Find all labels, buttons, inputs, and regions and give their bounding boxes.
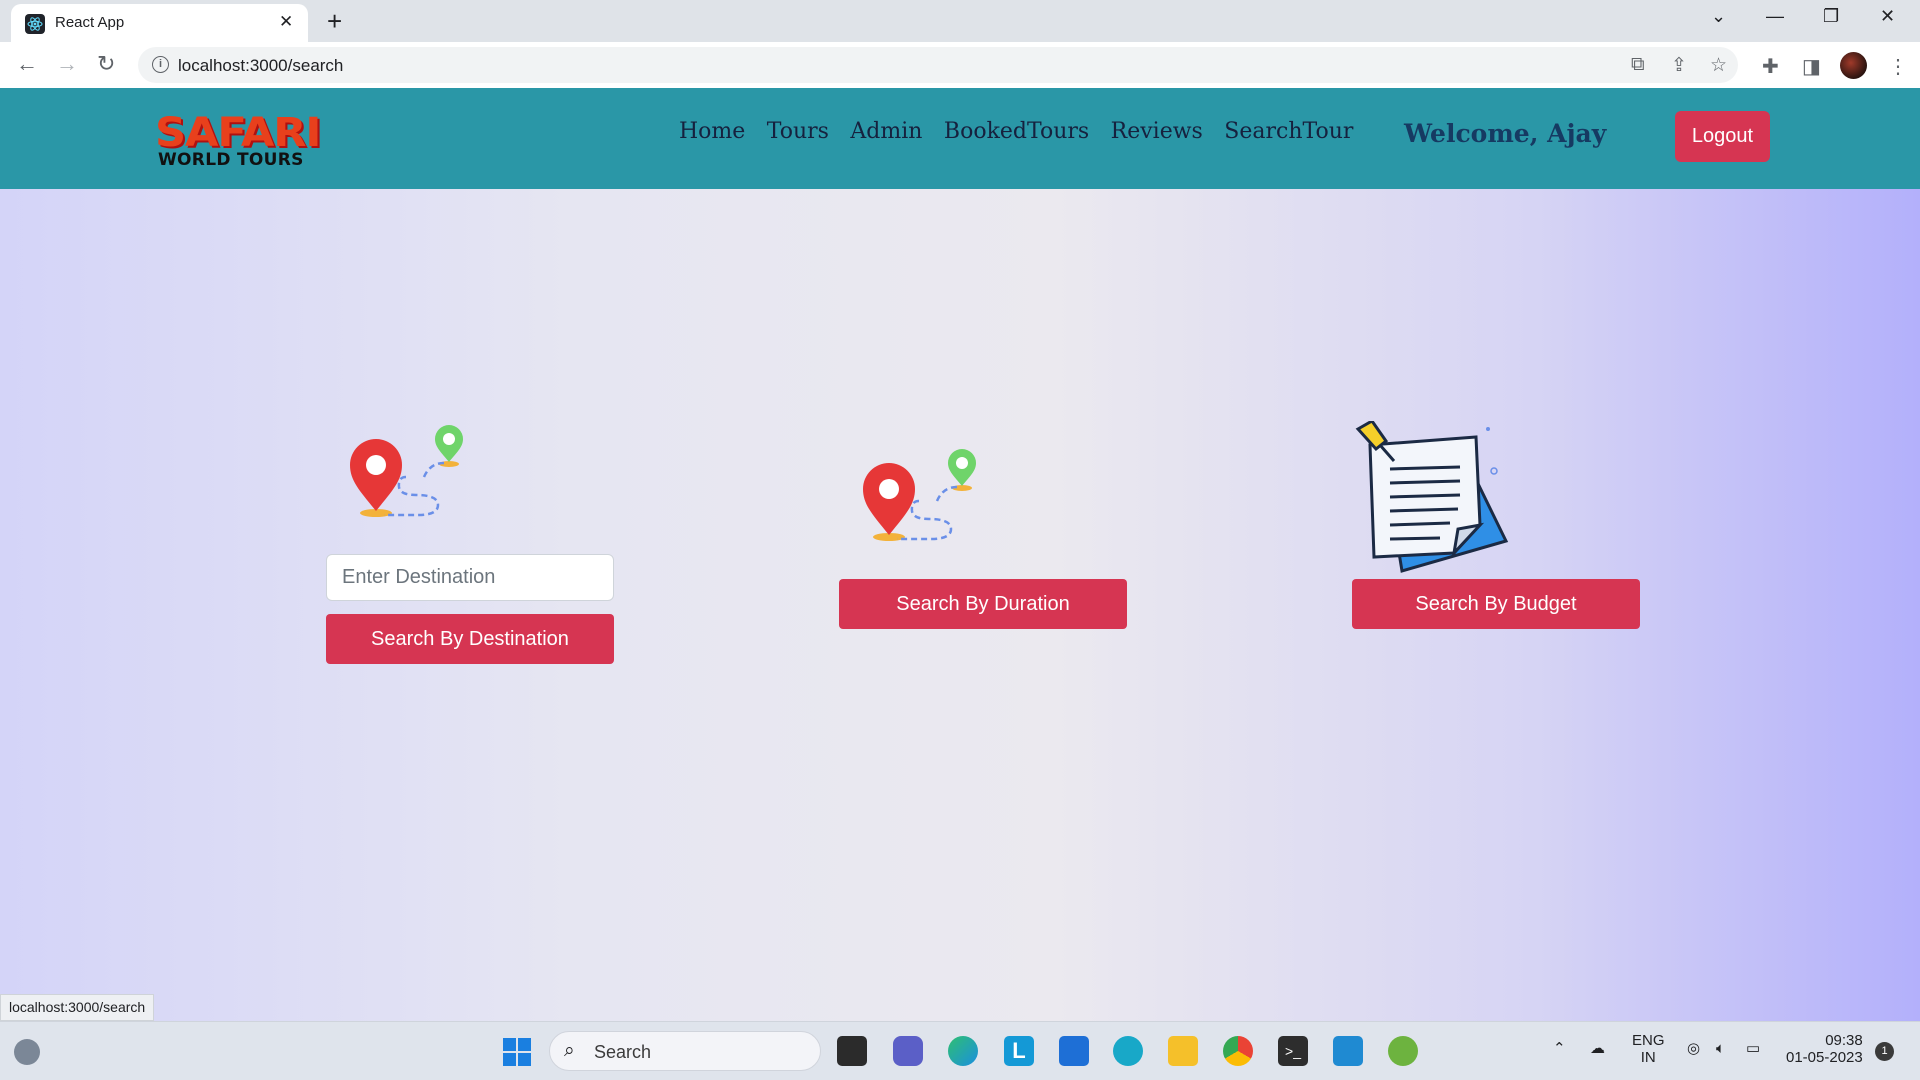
- search-page-main: Search By Destination Search By Duration: [0, 189, 1920, 1021]
- nav-link-tours[interactable]: Tours: [767, 119, 829, 144]
- language-indicator[interactable]: ENG IN: [1632, 1032, 1665, 1066]
- onedrive-icon[interactable]: ☁: [1590, 1040, 1605, 1057]
- tray-chevron-up-icon[interactable]: ⌃: [1553, 1040, 1566, 1057]
- taskbar-search[interactable]: ⌕ Search: [549, 1031, 821, 1071]
- welcome-message: Welcome, Ajay: [1404, 119, 1607, 148]
- nav-link-search-tour[interactable]: SearchTour: [1224, 119, 1353, 144]
- microsoft-store-icon[interactable]: [1059, 1036, 1089, 1066]
- safari-world-tours-logo[interactable]: SAFARI WORLD TOURS: [155, 113, 335, 174]
- clock-time: 09:38: [1825, 1032, 1863, 1049]
- widgets-icon[interactable]: [14, 1039, 40, 1065]
- notification-badge[interactable]: 1: [1875, 1042, 1894, 1061]
- site-info-icon[interactable]: i: [152, 56, 169, 73]
- minimize-icon[interactable]: —: [1766, 6, 1784, 27]
- browser-tab-strip: React App ✕ + ⌄ — ❐ ✕: [0, 0, 1920, 42]
- language-line1: ENG: [1632, 1032, 1665, 1049]
- clock[interactable]: 09:38 01-05-2023: [1786, 1032, 1863, 1066]
- restore-icon[interactable]: ❐: [1823, 6, 1839, 27]
- bookmark-star-icon[interactable]: ☆: [1710, 54, 1727, 77]
- chrome-icon[interactable]: [1223, 1036, 1253, 1066]
- extensions-icon[interactable]: ✚: [1762, 54, 1779, 79]
- logout-button[interactable]: Logout: [1675, 111, 1770, 162]
- clock-date: 01-05-2023: [1786, 1049, 1863, 1066]
- nav-link-reviews[interactable]: Reviews: [1111, 119, 1203, 144]
- spring-tools-icon[interactable]: [1388, 1036, 1418, 1066]
- nav-link-home[interactable]: Home: [679, 119, 745, 144]
- windows-start-icon[interactable]: [502, 1037, 532, 1067]
- search-icon: ⌕: [564, 1040, 575, 1061]
- app-l-icon[interactable]: L: [1004, 1036, 1034, 1066]
- logo-title: SAFARI: [155, 110, 321, 156]
- teams-chat-icon[interactable]: [893, 1036, 923, 1066]
- nav-links: Home Tours Admin BookedTours Reviews Sea…: [679, 119, 1370, 144]
- open-in-app-icon[interactable]: ⧉: [1631, 54, 1645, 76]
- address-bar[interactable]: i localhost:3000/search ⧉ ⇪ ☆: [138, 47, 1738, 83]
- browser-tab[interactable]: React App ✕: [11, 4, 308, 42]
- link-status-url: localhost:3000/search: [0, 994, 155, 1021]
- close-window-icon[interactable]: ✕: [1880, 6, 1895, 27]
- forward-icon[interactable]: →: [56, 51, 78, 77]
- search-by-duration-button[interactable]: Search By Duration: [839, 579, 1127, 629]
- windows-taskbar: ⌕ Search L >_ ⌃ ☁ ENG IN ◎ 🔈︎ ▭ 09:38 01…: [0, 1021, 1920, 1080]
- task-view-icon[interactable]: [837, 1036, 867, 1066]
- side-panel-icon[interactable]: ◨: [1802, 54, 1821, 79]
- search-by-destination-button[interactable]: Search By Destination: [326, 614, 614, 664]
- react-favicon-icon: [25, 14, 45, 34]
- reload-icon[interactable]: ↻: [97, 51, 115, 77]
- menu-kebab-icon[interactable]: ⋮: [1888, 54, 1908, 79]
- app-navbar: SAFARI WORLD TOURS Home Tours Admin Book…: [0, 88, 1920, 189]
- route-map-pin-icon: [350, 425, 463, 517]
- edge-browser-icon[interactable]: [948, 1036, 978, 1066]
- share-icon[interactable]: ⇪: [1671, 54, 1687, 77]
- address-url[interactable]: localhost:3000/search: [178, 56, 343, 76]
- nav-link-admin[interactable]: Admin: [850, 119, 922, 144]
- terminal-icon[interactable]: >_: [1278, 1036, 1308, 1066]
- taskbar-search-label: Search: [594, 1042, 652, 1062]
- back-icon[interactable]: ←: [16, 51, 38, 77]
- battery-icon[interactable]: ▭: [1746, 1040, 1760, 1057]
- pinned-document-icon: [1355, 421, 1509, 573]
- volume-icon[interactable]: 🔈︎: [1716, 1040, 1725, 1057]
- nav-link-booked-tours[interactable]: BookedTours: [944, 119, 1089, 144]
- file-explorer-icon[interactable]: [1168, 1036, 1198, 1066]
- vscode-icon[interactable]: [1333, 1036, 1363, 1066]
- tab-close-icon[interactable]: ✕: [279, 12, 293, 32]
- destination-input[interactable]: [326, 554, 614, 601]
- route-map-pin-icon: [863, 449, 976, 541]
- network-icon[interactable]: ◎: [1687, 1040, 1700, 1057]
- tab-search-icon[interactable]: ⌄: [1711, 6, 1726, 27]
- profile-avatar[interactable]: [1840, 52, 1867, 79]
- search-by-budget-button[interactable]: Search By Budget: [1352, 579, 1640, 629]
- cortana-icon[interactable]: [1113, 1036, 1143, 1066]
- new-tab-button[interactable]: +: [327, 6, 342, 37]
- language-line2: IN: [1640, 1049, 1656, 1066]
- browser-toolbar: ← → ↻ i localhost:3000/search ⧉ ⇪ ☆ ✚ ◨ …: [0, 42, 1920, 88]
- tab-title: React App: [55, 14, 125, 31]
